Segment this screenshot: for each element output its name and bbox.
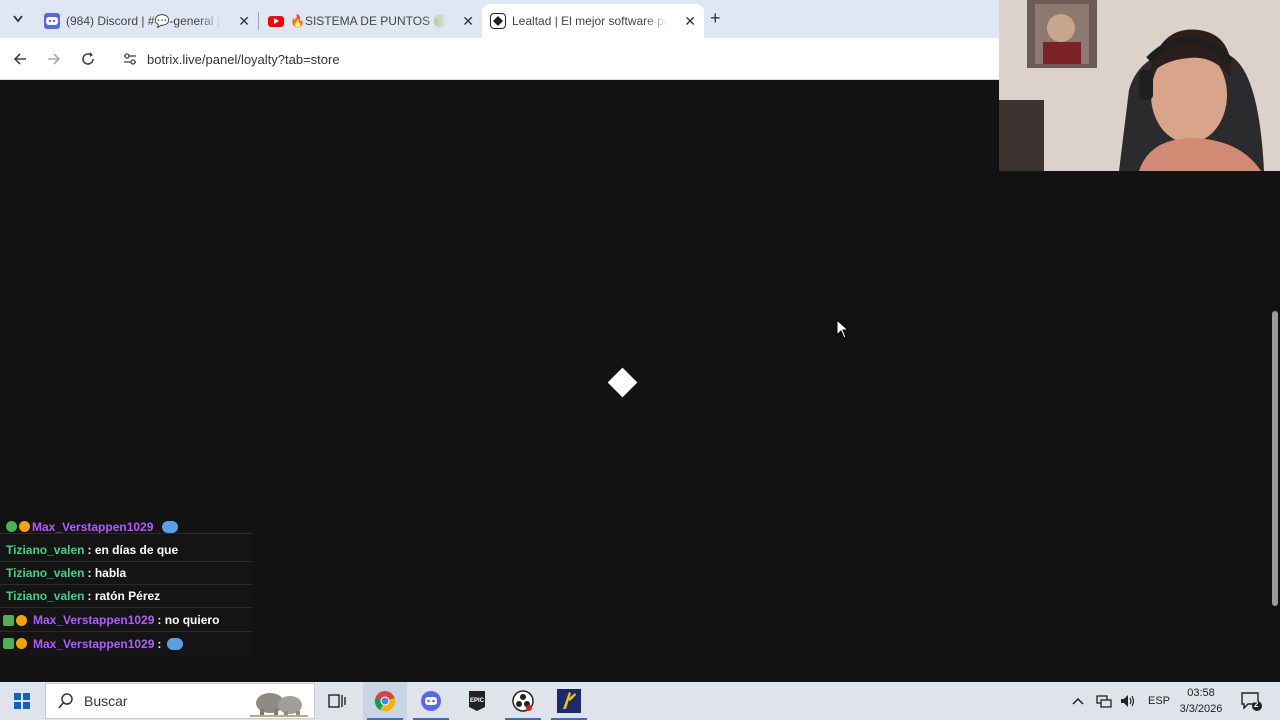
taskbar: Buscar EPIC ESP 03:58 3/3/2026 2 bbox=[0, 682, 1280, 720]
task-view-icon bbox=[328, 694, 346, 708]
chat-username: Max_Verstappen1029 bbox=[33, 636, 155, 651]
chat-username: Tiziano_valen bbox=[6, 543, 85, 557]
discord-icon bbox=[421, 691, 441, 711]
tab-loyalty[interactable]: Lealtad | El mejor software para ✕ bbox=[482, 4, 704, 38]
chat-username: Max_Verstappen1029 bbox=[32, 520, 154, 534]
svg-text:EPIC: EPIC bbox=[470, 698, 485, 704]
search-placeholder: Buscar bbox=[84, 693, 128, 709]
plus-icon: + bbox=[710, 8, 721, 28]
reload-icon bbox=[82, 52, 94, 65]
volume-icon[interactable] bbox=[1120, 694, 1136, 708]
arrow-right-icon bbox=[48, 53, 61, 65]
chat-message: Tiziano_valen : ratón Pérez bbox=[0, 585, 252, 608]
arrow-left-icon bbox=[13, 53, 26, 65]
network-icon[interactable] bbox=[1096, 694, 1112, 708]
chat-text: : no quiero bbox=[157, 613, 220, 627]
discord-icon bbox=[44, 13, 60, 29]
chat-overlay: Max_Verstappen1029 Tiziano_valen : en dí… bbox=[0, 520, 252, 656]
close-icon[interactable]: ✕ bbox=[462, 13, 474, 30]
chat-message: Tiziano_valen : en días de que bbox=[0, 539, 252, 562]
forward-button[interactable] bbox=[43, 48, 65, 70]
taskbar-app-discord[interactable] bbox=[409, 682, 453, 720]
language-indicator[interactable]: ESP bbox=[1148, 695, 1170, 707]
kick-icon bbox=[557, 689, 581, 713]
chat-username: Tiziano_valen bbox=[6, 566, 85, 580]
elephant-illustration-icon bbox=[250, 693, 308, 717]
taskbar-clock[interactable]: 03:58 3/3/2026 bbox=[1170, 685, 1232, 717]
reload-button[interactable] bbox=[77, 48, 99, 70]
tab-youtube[interactable]: 🔥SISTEMA DE PUNTOS 🟢 Y T ✕ bbox=[260, 4, 482, 38]
taskbar-app-epic-games[interactable]: EPIC bbox=[455, 682, 499, 720]
badge-icon bbox=[16, 614, 27, 626]
tab-title: Lealtad | El mejor software para bbox=[512, 14, 668, 28]
start-button[interactable] bbox=[0, 682, 44, 720]
badge-icon bbox=[3, 614, 14, 626]
badge-icon bbox=[19, 521, 30, 532]
site-settings-icon[interactable] bbox=[118, 53, 142, 65]
badge-icon bbox=[16, 638, 27, 649]
windows-icon bbox=[14, 693, 30, 709]
new-tab-button[interactable]: + bbox=[710, 8, 721, 29]
webcam-overlay bbox=[999, 0, 1280, 171]
chevron-down-icon bbox=[13, 15, 23, 23]
tab-divider bbox=[258, 12, 259, 30]
tab-search-button[interactable] bbox=[6, 8, 30, 30]
notification-icon bbox=[1241, 692, 1262, 711]
clock-time: 03:58 bbox=[1187, 687, 1215, 699]
emote-icon bbox=[167, 637, 184, 650]
taskbar-search-box[interactable]: Buscar bbox=[45, 683, 315, 719]
botrix-icon bbox=[490, 13, 506, 29]
chat-text: : en días de que bbox=[87, 543, 179, 557]
scrollbar-thumb[interactable] bbox=[1272, 311, 1278, 606]
back-button[interactable] bbox=[9, 48, 31, 70]
epic-games-icon: EPIC bbox=[469, 691, 485, 711]
chat-username: Max_Verstappen1029 bbox=[33, 613, 155, 627]
chevron-up-icon[interactable] bbox=[1072, 697, 1084, 705]
system-tray: ESP bbox=[1072, 682, 1170, 720]
close-icon[interactable]: ✕ bbox=[238, 13, 250, 30]
badge-icon bbox=[3, 638, 14, 649]
chat-message: Tiziano_valen : habla bbox=[0, 562, 252, 585]
tab-title: (984) Discord | #💬-general | El bbox=[66, 14, 222, 28]
chat-text: : habla bbox=[87, 566, 127, 580]
tab-title: 🔥SISTEMA DE PUNTOS 🟢 Y T bbox=[290, 14, 446, 28]
chat-username: Tiziano_valen bbox=[6, 589, 85, 603]
scrollbar[interactable] bbox=[1270, 171, 1280, 681]
emote-icon bbox=[162, 520, 179, 533]
badge-icon bbox=[6, 521, 17, 532]
task-view-button[interactable] bbox=[315, 682, 359, 720]
notification-count: 2 bbox=[1254, 700, 1259, 709]
chat-text: : ratón Pérez bbox=[87, 589, 161, 603]
obs-icon bbox=[512, 690, 534, 712]
url-text: botrix.live/panel/loyalty?tab=store bbox=[147, 51, 340, 67]
close-icon[interactable]: ✕ bbox=[684, 13, 696, 30]
youtube-icon bbox=[268, 15, 284, 27]
notification-center-button[interactable]: 2 bbox=[1240, 690, 1262, 712]
chat-message: Max_Verstappen1029 : no quiero bbox=[0, 609, 252, 632]
chrome-icon bbox=[374, 691, 396, 712]
taskbar-app-chrome[interactable] bbox=[363, 682, 407, 720]
taskbar-app-obs[interactable] bbox=[501, 682, 545, 720]
taskbar-app-kick[interactable] bbox=[547, 682, 591, 720]
clock-date: 3/3/2026 bbox=[1179, 703, 1223, 715]
search-icon bbox=[58, 693, 73, 709]
tab-discord[interactable]: (984) Discord | #💬-general | El ✕ bbox=[36, 4, 258, 38]
mouse-cursor-icon bbox=[836, 319, 850, 339]
address-bar[interactable]: botrix.live/panel/loyalty?tab=store bbox=[112, 43, 1012, 75]
webcam-feed-image bbox=[999, 0, 1280, 171]
chat-message: Max_Verstappen1029 : bbox=[0, 632, 252, 655]
chat-message: Max_Verstappen1029 bbox=[0, 520, 252, 534]
chat-text: : bbox=[157, 636, 162, 651]
